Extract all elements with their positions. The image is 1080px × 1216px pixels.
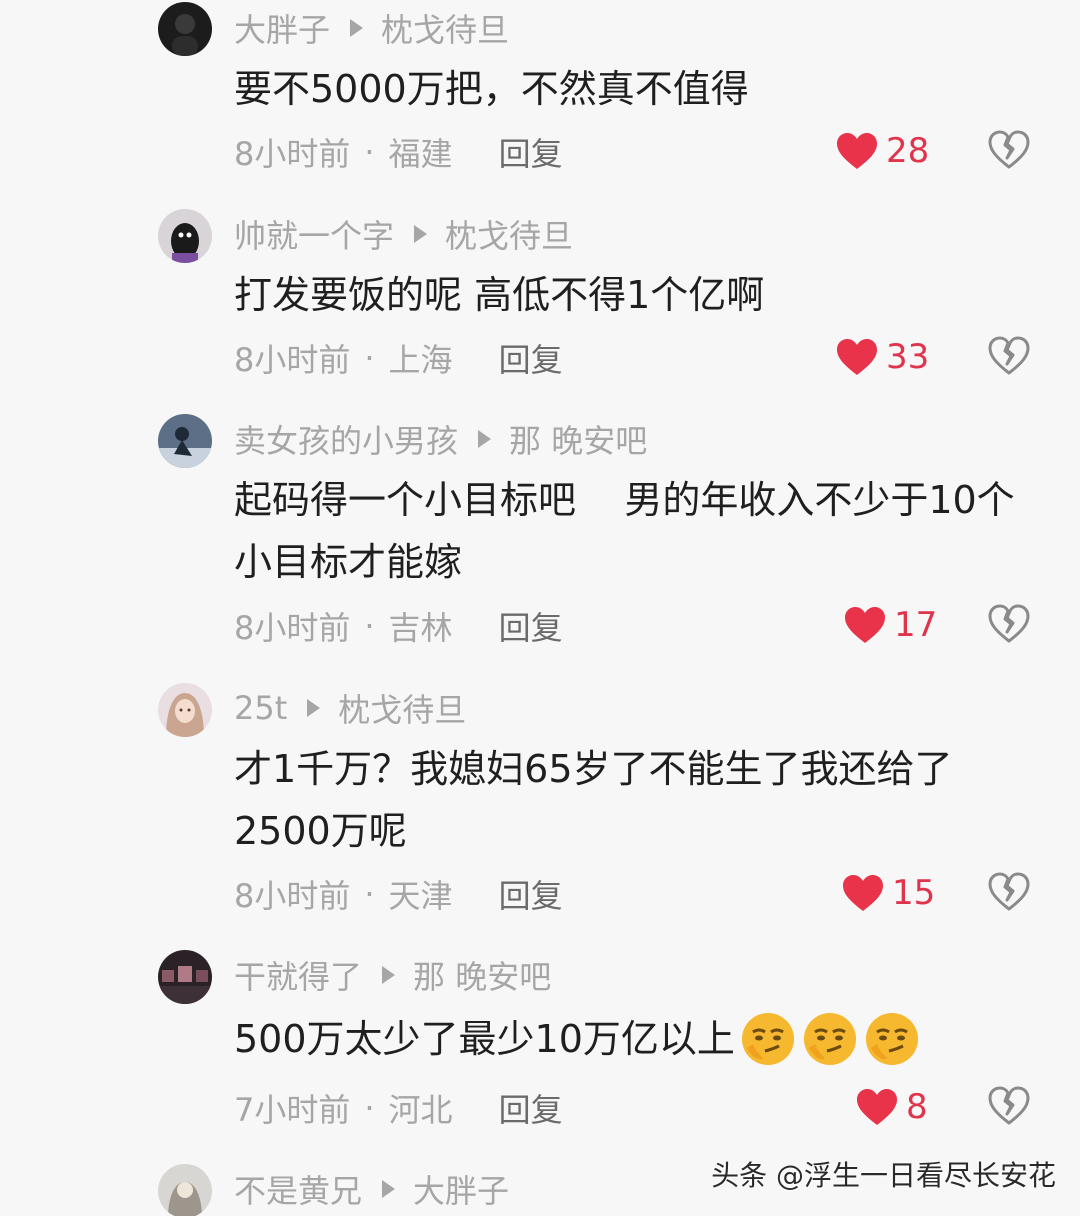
broken-heart-icon[interactable] xyxy=(988,604,1030,644)
comment-header: 不是黄兄 大胖子 xyxy=(234,1167,509,1211)
thinking-smirk-emoji-icon xyxy=(865,1013,918,1065)
heart-icon xyxy=(845,607,885,643)
like-button[interactable]: 8 xyxy=(856,1082,928,1132)
broken-heart-icon[interactable] xyxy=(988,1086,1030,1126)
play-triangle-icon xyxy=(350,19,364,37)
location: 福建 xyxy=(388,135,453,173)
like-button[interactable]: 17 xyxy=(844,600,937,650)
username[interactable]: 25t xyxy=(234,689,287,727)
comment-header: 干就得了 那 晚安吧 xyxy=(234,953,551,997)
timestamp: 8小时前 xyxy=(234,341,351,379)
heart-icon xyxy=(843,875,883,911)
play-triangle-icon xyxy=(382,1180,396,1198)
username[interactable]: 不是黄兄 xyxy=(234,1166,362,1212)
comment-thread: 大胖子 枕戈待旦 要不5000万把，不然真不值得 8小时前 · 福建 回复 28… xyxy=(0,0,1080,1216)
play-triangle-icon xyxy=(382,966,396,984)
comment-header: 大胖子 枕戈待旦 xyxy=(234,6,509,50)
username[interactable]: 卖女孩的小男孩 xyxy=(234,416,458,462)
thinking-smirk-emoji-icon xyxy=(741,1013,794,1065)
comment-text: 才1千万？我媳妇65岁了不能生了我还给了 2500万呢 xyxy=(234,738,1034,862)
username[interactable]: 干就得了 xyxy=(234,952,362,998)
reply-target[interactable]: 枕戈待旦 xyxy=(445,211,573,257)
comment-meta: 8小时前 · 天津 回复 xyxy=(234,872,563,916)
avatar[interactable] xyxy=(158,209,212,263)
comment-line: 2500万呢 xyxy=(234,809,407,853)
separator: · xyxy=(364,133,375,171)
comment-header: 卖女孩的小男孩 那 晚安吧 xyxy=(234,417,647,461)
location: 河北 xyxy=(388,1091,453,1129)
separator: · xyxy=(364,607,375,645)
reply-button[interactable]: 回复 xyxy=(499,335,563,381)
comment-meta: 8小时前 · 上海 回复 xyxy=(234,336,563,380)
comment-line: 打发要饭的呢 高低不得1个亿啊 xyxy=(234,273,765,317)
reply-target[interactable]: 枕戈待旦 xyxy=(338,685,466,731)
comment-meta: 8小时前 · 吉林 回复 xyxy=(234,604,563,648)
play-triangle-icon xyxy=(414,225,428,243)
comment-meta: 8小时前 · 福建 回复 xyxy=(234,130,563,174)
avatar[interactable] xyxy=(158,414,212,468)
username[interactable]: 帅就一个字 xyxy=(234,211,394,257)
comment-line: 起码得一个小目标吧 男的年收入不少于10个 xyxy=(234,478,1015,522)
comment-line: 500万太少了最少10万亿以上 xyxy=(234,1008,1034,1070)
comment-text: 打发要饭的呢 高低不得1个亿啊 xyxy=(234,264,1034,326)
broken-heart-icon[interactable] xyxy=(988,336,1030,376)
location: 上海 xyxy=(388,341,453,379)
reply-button[interactable]: 回复 xyxy=(499,603,563,649)
separator: · xyxy=(364,1089,375,1127)
reply-target[interactable]: 那 晚安吧 xyxy=(509,416,647,462)
comment-header: 帅就一个字 枕戈待旦 xyxy=(234,212,573,256)
broken-heart-icon[interactable] xyxy=(988,130,1030,170)
location: 吉林 xyxy=(388,609,453,647)
location: 天津 xyxy=(388,877,453,915)
avatar[interactable] xyxy=(158,683,212,737)
comment-line-text: 500万太少了最少10万亿以上 xyxy=(234,1017,735,1061)
comment-text: 起码得一个小目标吧 男的年收入不少于10个 小目标才能嫁 xyxy=(234,469,1034,593)
separator: · xyxy=(364,339,375,377)
reply-button[interactable]: 回复 xyxy=(499,871,563,917)
heart-icon xyxy=(857,1089,897,1125)
reply-target[interactable]: 枕戈待旦 xyxy=(381,5,509,51)
comment-line: 要不5000万把，不然真不值得 xyxy=(234,67,749,111)
separator: · xyxy=(364,875,375,913)
play-triangle-icon xyxy=(307,699,321,717)
timestamp: 8小时前 xyxy=(234,609,351,647)
like-count: 28 xyxy=(886,131,930,171)
timestamp: 8小时前 xyxy=(234,135,351,173)
comment-text: 500万太少了最少10万亿以上 xyxy=(234,1008,1034,1070)
timestamp: 8小时前 xyxy=(234,877,351,915)
reply-target[interactable]: 大胖子 xyxy=(413,1166,509,1212)
reply-target[interactable]: 那 晚安吧 xyxy=(413,952,551,998)
reply-button[interactable]: 回复 xyxy=(499,1085,563,1131)
comment-meta: 7小时前 · 河北 回复 xyxy=(234,1086,563,1130)
thinking-smirk-emoji-icon xyxy=(803,1013,856,1065)
reply-button[interactable]: 回复 xyxy=(499,129,563,175)
comment-line: 才1千万？我媳妇65岁了不能生了我还给了 xyxy=(234,747,953,791)
play-triangle-icon xyxy=(478,430,492,448)
like-button[interactable]: 28 xyxy=(836,126,929,176)
comment-text: 要不5000万把，不然真不值得 xyxy=(234,58,1034,120)
avatar[interactable] xyxy=(158,950,212,1004)
like-count: 8 xyxy=(906,1087,928,1127)
avatar[interactable] xyxy=(158,2,212,56)
avatar[interactable] xyxy=(158,1164,212,1216)
comment-header: 25t 枕戈待旦 xyxy=(234,686,466,730)
like-count: 33 xyxy=(886,337,930,377)
comment-line: 小目标才能嫁 xyxy=(234,540,463,584)
timestamp: 7小时前 xyxy=(234,1091,351,1129)
watermark: 头条 @浮生一日看尽长安花 xyxy=(711,1159,1056,1192)
username[interactable]: 大胖子 xyxy=(234,5,330,51)
like-count: 15 xyxy=(892,873,936,913)
like-button[interactable]: 33 xyxy=(836,332,929,382)
like-button[interactable]: 15 xyxy=(842,868,935,918)
heart-icon xyxy=(837,133,877,169)
broken-heart-icon[interactable] xyxy=(988,872,1030,912)
heart-icon xyxy=(837,339,877,375)
like-count: 17 xyxy=(894,605,938,645)
